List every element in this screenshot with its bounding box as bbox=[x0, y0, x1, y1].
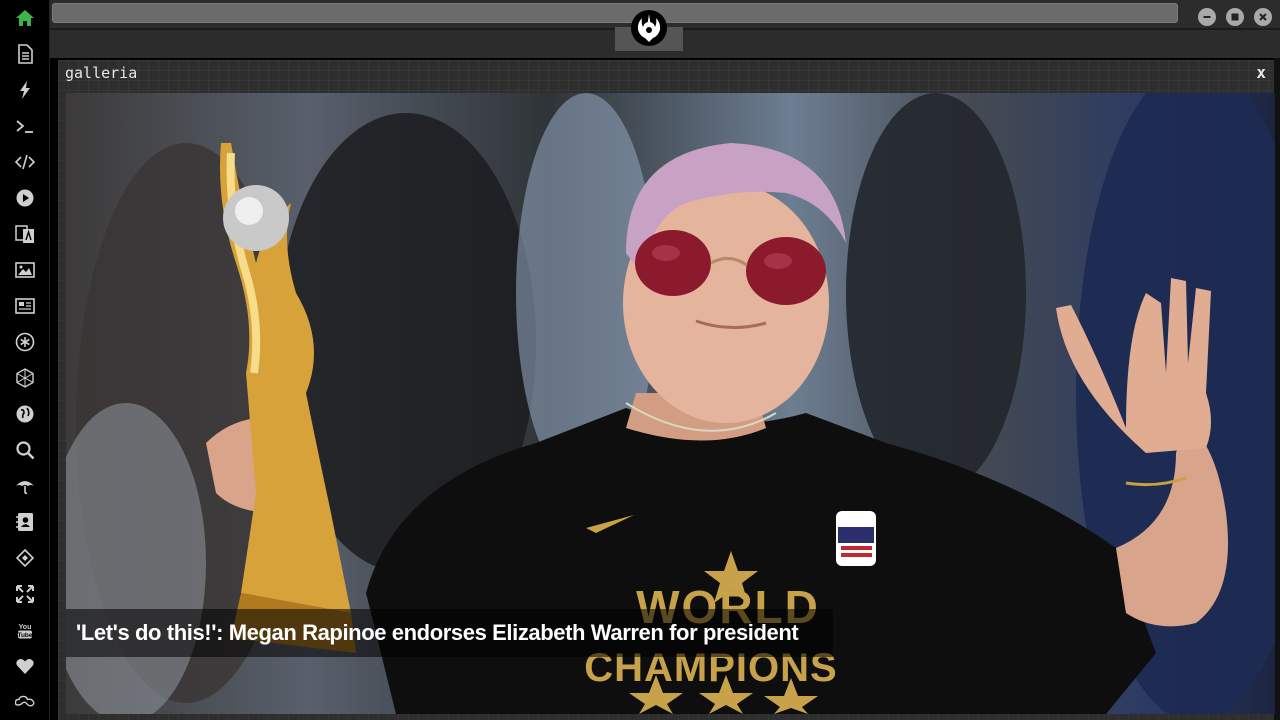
sidebar-item-infinity[interactable] bbox=[10, 687, 40, 717]
panel-close-button[interactable]: x bbox=[1256, 63, 1266, 82]
sidebar-item-document[interactable] bbox=[10, 39, 40, 69]
close-icon bbox=[1259, 13, 1267, 21]
translate-icon bbox=[15, 225, 34, 243]
top-bar bbox=[50, 0, 1280, 58]
close-window-button[interactable] bbox=[1254, 8, 1272, 26]
caption-text: 'Let's do this!': Megan Rapinoe endorses… bbox=[76, 620, 799, 645]
sidebar-item-asterisk[interactable] bbox=[10, 327, 40, 357]
sidebar-item-translate[interactable] bbox=[10, 219, 40, 249]
hexagon-icon bbox=[16, 368, 34, 388]
sidebar-item-umbrella[interactable] bbox=[10, 471, 40, 501]
sidebar-item-lightning[interactable] bbox=[10, 75, 40, 105]
sidebar-item-news[interactable] bbox=[10, 291, 40, 321]
panel-title: galleria bbox=[65, 64, 138, 82]
expand-icon bbox=[16, 585, 34, 603]
minimize-icon bbox=[1203, 16, 1211, 18]
lightning-icon bbox=[20, 81, 30, 99]
sidebar-item-contact[interactable] bbox=[10, 507, 40, 537]
code-diamond-icon bbox=[15, 548, 35, 568]
maximize-icon bbox=[1231, 13, 1239, 21]
rebel-alliance-logo-icon bbox=[631, 10, 667, 46]
sidebar-item-expand[interactable] bbox=[10, 579, 40, 609]
play-icon bbox=[16, 189, 34, 207]
umbrella-icon bbox=[16, 481, 34, 495]
globe-icon bbox=[16, 405, 34, 423]
home-icon bbox=[16, 10, 34, 26]
sidebar-item-search[interactable] bbox=[10, 435, 40, 465]
minimize-button[interactable] bbox=[1198, 8, 1216, 26]
terminal-icon bbox=[16, 120, 33, 133]
code-icon bbox=[15, 154, 35, 170]
image-caption: 'Let's do this!': Megan Rapinoe endorses… bbox=[66, 609, 833, 657]
sidebar-item-hexagon[interactable] bbox=[10, 363, 40, 393]
heart-icon bbox=[16, 659, 34, 674]
sidebar-item-code[interactable] bbox=[10, 147, 40, 177]
svg-text:You: You bbox=[19, 624, 32, 631]
infinity-cloud-icon bbox=[15, 695, 35, 707]
image-icon bbox=[15, 262, 35, 278]
sidebar-item-image[interactable] bbox=[10, 255, 40, 285]
sidebar-item-home[interactable] bbox=[10, 3, 40, 33]
sidebar-item-globe[interactable] bbox=[10, 399, 40, 429]
address-bar[interactable] bbox=[52, 3, 1178, 23]
news-icon bbox=[15, 298, 35, 314]
contact-card-icon bbox=[16, 513, 33, 531]
sidebar-item-code-diamond[interactable] bbox=[10, 543, 40, 573]
sidebar-item-youtube[interactable]: You Tube bbox=[10, 615, 40, 645]
youtube-icon: YouTube bbox=[17, 624, 32, 639]
svg-text:Tube: Tube bbox=[17, 632, 32, 639]
maximize-button[interactable] bbox=[1226, 8, 1244, 26]
sidebar-item-play[interactable] bbox=[10, 183, 40, 213]
sidebar-item-terminal[interactable] bbox=[10, 111, 40, 141]
galleria-panel: galleria x WORLD CHAMPIONS 'Let's do thi… bbox=[58, 60, 1275, 720]
sidebar-item-heart[interactable] bbox=[10, 651, 40, 681]
search-icon bbox=[16, 441, 35, 460]
sidebar-nav: You Tube bbox=[0, 0, 50, 720]
document-icon bbox=[18, 44, 33, 64]
asterisk-icon bbox=[15, 332, 35, 352]
